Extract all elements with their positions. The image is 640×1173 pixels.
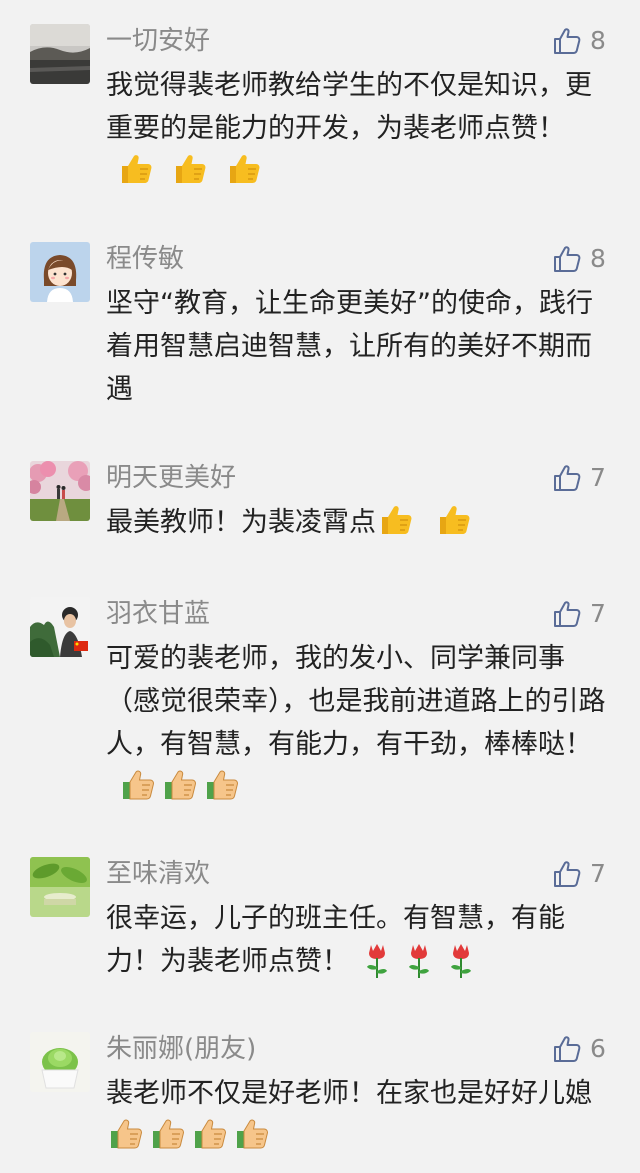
comment-list: 一切安好 8 我觉得裴老师教给学生的不仅是知识，更重要的是能力的开发，为裴老师点…	[0, 0, 640, 1173]
thumbs-up-outline-icon	[554, 246, 581, 272]
like-count: 8	[590, 244, 606, 273]
thumbs-up-emoji-icon	[204, 769, 240, 801]
like-count: 6	[590, 1034, 606, 1063]
avatar[interactable]	[30, 597, 90, 657]
comment-text: 可爱的裴老师，我的发小、同学兼同事（感觉很荣幸），也是我前进道路上的引路人，有智…	[106, 637, 611, 809]
avatar[interactable]	[30, 857, 90, 917]
thumbs-up-outline-icon	[554, 28, 581, 54]
thumbs-up-emoji-icon	[172, 153, 208, 185]
thumbs-up-emoji-icon	[162, 769, 198, 801]
like-button[interactable]: 8	[552, 24, 606, 58]
nickname[interactable]: 羽衣甘蓝	[106, 597, 210, 631]
comment-text-body: 裴老师不仅是好老师！在家也是好好儿媳	[106, 1078, 592, 1109]
emoji-row	[106, 769, 240, 803]
like-button[interactable]: 7	[552, 597, 606, 631]
thumbs-up-emoji-icon	[226, 153, 262, 185]
avatar-portrait-image	[30, 597, 90, 657]
avatar-cartoon-girl-image	[30, 242, 90, 302]
comment-text: 我觉得裴老师教给学生的不仅是知识，更重要的是能力的开发，为裴老师点赞！	[106, 64, 611, 193]
emoji-row	[106, 153, 262, 187]
avatar-succulent-image	[30, 1032, 90, 1092]
thumbs-up-emoji-icon	[378, 504, 414, 536]
emoji-row	[349, 944, 475, 978]
like-count: 7	[590, 859, 606, 888]
rose-emoji-icon	[405, 941, 433, 979]
thumbs-up-emoji-icon	[120, 769, 156, 801]
avatar[interactable]	[30, 461, 90, 521]
thumbs-up-emoji-icon	[150, 1118, 186, 1150]
rose-emoji-icon	[363, 941, 391, 979]
avatar[interactable]	[30, 24, 90, 84]
avatar-lake-image	[30, 24, 90, 84]
comment-text: 坚守“教育，让生命更美好”的使命，践行着用智慧启迪智慧，让所有的美好不期而遇	[106, 282, 611, 411]
like-count: 8	[590, 26, 606, 55]
thumbs-up-emoji-icon	[436, 504, 472, 536]
thumbs-up-emoji-icon	[234, 1118, 270, 1150]
avatar[interactable]	[30, 242, 90, 302]
avatar-blossom-path-image	[30, 461, 90, 521]
thumbs-up-emoji-icon	[192, 1118, 228, 1150]
comment-text-body: 最美教师！为裴凌霄点	[106, 507, 376, 538]
thumbs-up-emoji-icon	[108, 1118, 144, 1150]
nickname[interactable]: 朱丽娜(朋友)	[106, 1032, 256, 1066]
like-button[interactable]: 6	[552, 1032, 606, 1066]
comment-text-body: 坚守“教育，让生命更美好”的使命，践行着用智慧启迪智慧，让所有的美好不期而遇	[106, 288, 593, 405]
emoji-row	[106, 1118, 270, 1152]
comment-text: 很幸运，儿子的班主任。有智慧，有能力！为裴老师点赞！	[106, 897, 611, 983]
avatar-leaves-image	[30, 857, 90, 917]
like-count: 7	[590, 599, 606, 628]
thumbs-up-outline-icon	[554, 1036, 581, 1062]
like-button[interactable]: 7	[552, 857, 606, 891]
comment-text-body: 可爱的裴老师，我的发小、同学兼同事（感觉很荣幸），也是我前进道路上的引路人，有智…	[106, 643, 606, 760]
like-button[interactable]: 7	[552, 461, 606, 495]
thumbs-up-outline-icon	[554, 601, 581, 627]
like-count: 7	[590, 463, 606, 492]
nickname[interactable]: 一切安好	[106, 24, 210, 58]
nickname[interactable]: 明天更美好	[106, 461, 236, 495]
thumbs-up-outline-icon	[554, 861, 581, 887]
comment-text: 裴老师不仅是好老师！在家也是好好儿媳	[106, 1072, 611, 1158]
avatar[interactable]	[30, 1032, 90, 1092]
comment-text: 最美教师！为裴凌霄点	[106, 501, 611, 544]
nickname[interactable]: 至味清欢	[106, 857, 210, 891]
comment-text-body: 我觉得裴老师教给学生的不仅是知识，更重要的是能力的开发，为裴老师点赞！	[106, 70, 592, 144]
thumbs-up-emoji-icon	[118, 153, 154, 185]
comment-text-body: 很幸运，儿子的班主任。有智慧，有能力！为裴老师点赞！	[106, 903, 565, 977]
rose-emoji-icon	[447, 941, 475, 979]
emoji-row	[376, 504, 472, 538]
like-button[interactable]: 8	[552, 242, 606, 276]
nickname[interactable]: 程传敏	[106, 242, 184, 276]
thumbs-up-outline-icon	[554, 465, 581, 491]
